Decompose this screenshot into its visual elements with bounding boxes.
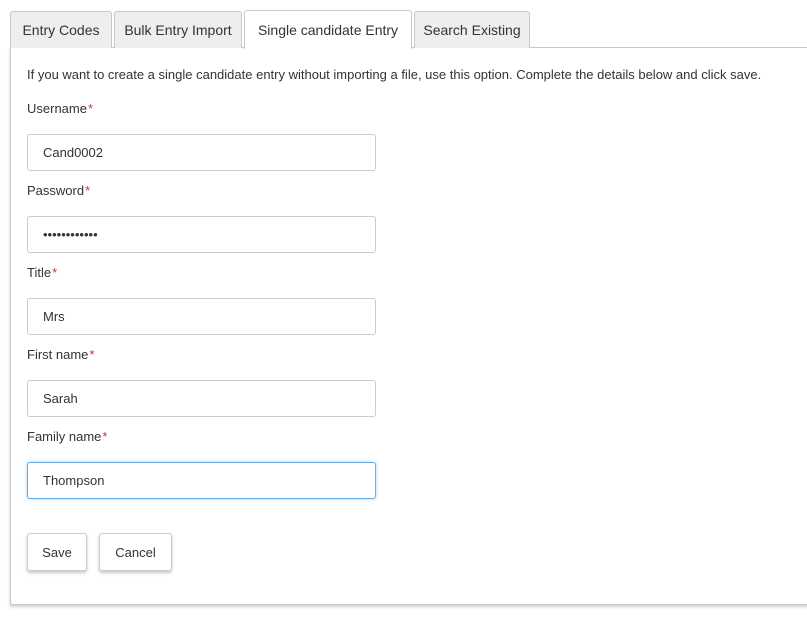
family-name-label: Family name*: [27, 429, 107, 444]
password-label: Password*: [27, 183, 90, 198]
tab-entry-codes[interactable]: Entry Codes: [10, 11, 112, 48]
intro-text: If you want to create a single candidate…: [27, 67, 762, 82]
first-name-label: First name*: [27, 347, 94, 362]
required-marker: *: [89, 347, 95, 362]
first-name-label-text: First name: [27, 347, 89, 362]
title-input[interactable]: [27, 298, 376, 335]
password-label-text: Password: [27, 183, 85, 198]
required-marker: *: [85, 183, 91, 198]
password-input[interactable]: [27, 216, 376, 253]
username-label-text: Username: [27, 101, 87, 116]
app-root: Entry Codes Bulk Entry Import Single can…: [0, 0, 807, 625]
tab-search-existing[interactable]: Search Existing: [414, 11, 530, 48]
save-button[interactable]: Save: [27, 533, 87, 571]
required-marker: *: [52, 265, 58, 280]
title-label-text: Title: [27, 265, 52, 280]
required-marker: *: [102, 429, 108, 444]
single-entry-panel: If you want to create a single candidate…: [10, 47, 807, 605]
username-input[interactable]: [27, 134, 376, 171]
cancel-button[interactable]: Cancel: [99, 533, 172, 571]
tab-bulk-entry-import[interactable]: Bulk Entry Import: [114, 11, 242, 48]
title-label: Title*: [27, 265, 57, 280]
tab-bar: Entry Codes Bulk Entry Import Single can…: [10, 10, 532, 49]
first-name-input[interactable]: [27, 380, 376, 417]
family-name-input[interactable]: [27, 462, 376, 499]
tab-single-candidate-entry[interactable]: Single candidate Entry: [244, 10, 412, 49]
family-name-label-text: Family name: [27, 429, 102, 444]
username-label: Username*: [27, 101, 93, 116]
required-marker: *: [87, 101, 94, 116]
